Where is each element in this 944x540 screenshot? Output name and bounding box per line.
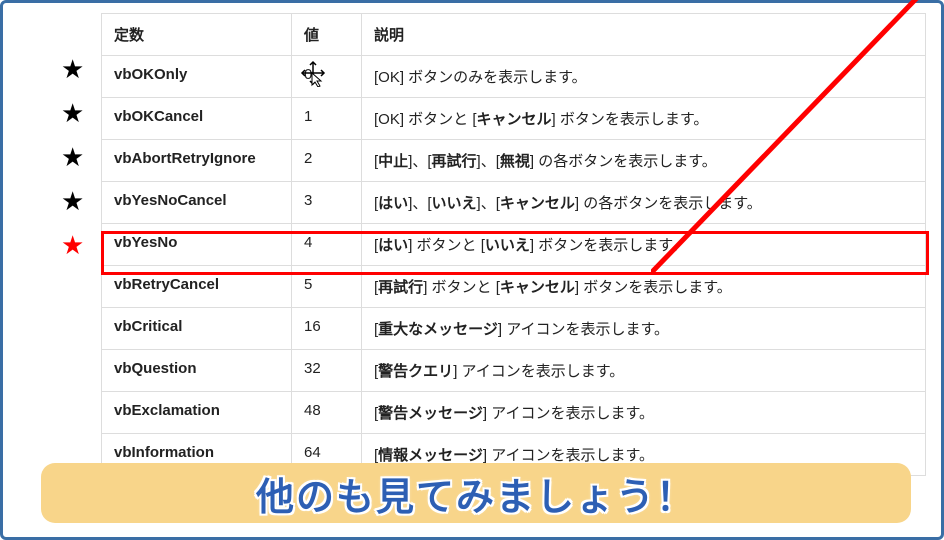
const-cell: vbOKCancel [102, 98, 292, 140]
header-val: 値 [292, 14, 362, 56]
table-row: vbYesNo4[はい] ボタンと [いいえ] ボタンを表示します。 [102, 224, 926, 266]
const-cell: vbAbortRetryIgnore [102, 140, 292, 182]
value-cell: 3 [292, 182, 362, 224]
banner-text: 他のも見てみましょう！ [256, 466, 696, 521]
const-cell: vbExclamation [102, 392, 292, 434]
star-icon: ★ [61, 144, 84, 188]
desc-cell: [OK] ボタンと [キャンセル] ボタンを表示します。 [362, 98, 926, 140]
table-row: vbCritical16[重大なメッセージ] アイコンを表示します。 [102, 308, 926, 350]
star-icon: ★ [61, 232, 84, 276]
table-row: vbAbortRetryIgnore2[中止]、[再試行]、[無視] の各ボタン… [102, 140, 926, 182]
value-cell: 32 [292, 350, 362, 392]
const-cell: vbCritical [102, 308, 292, 350]
star-icon: ★ [61, 56, 84, 100]
value-cell: 4 [292, 224, 362, 266]
desc-cell: [OK] ボタンのみを表示します。 [362, 56, 926, 98]
const-cell: vbRetryCancel [102, 266, 292, 308]
table-row: vbRetryCancel5[再試行] ボタンと [キャンセル] ボタンを表示し… [102, 266, 926, 308]
desc-cell: [警告クエリ] アイコンを表示します。 [362, 350, 926, 392]
table-row: vbQuestion32[警告クエリ] アイコンを表示します。 [102, 350, 926, 392]
desc-cell: [警告メッセージ] アイコンを表示します。 [362, 392, 926, 434]
star-icon [61, 276, 84, 320]
value-cell: 2 [292, 140, 362, 182]
table-row: vbOKCancel1[OK] ボタンと [キャンセル] ボタンを表示します。 [102, 98, 926, 140]
value-cell: 0 [292, 56, 362, 98]
table-body: vbOKOnly0[OK] ボタンのみを表示します。vbOKCancel1[OK… [102, 56, 926, 476]
desc-cell: [はい]、[いいえ]、[キャンセル] の各ボタンを表示します。 [362, 182, 926, 224]
const-cell: vbYesNo [102, 224, 292, 266]
value-cell: 1 [292, 98, 362, 140]
star-icon [61, 364, 84, 408]
const-cell: vbYesNoCancel [102, 182, 292, 224]
content-area: 定数 値 説明 vbOKOnly0[OK] ボタンのみを表示します。vbOKCa… [101, 13, 926, 476]
bottom-banner: 他のも見てみましょう！ [41, 463, 911, 523]
table-row: vbExclamation48[警告メッセージ] アイコンを表示します。 [102, 392, 926, 434]
constants-table: 定数 値 説明 vbOKOnly0[OK] ボタンのみを表示します。vbOKCa… [101, 13, 926, 476]
star-column: ★★★★★ [61, 56, 84, 496]
header-desc: 説明 [362, 14, 926, 56]
desc-cell: [はい] ボタンと [いいえ] ボタンを表示します。 [362, 224, 926, 266]
desc-cell: [中止]、[再試行]、[無視] の各ボタンを表示します。 [362, 140, 926, 182]
const-cell: vbOKOnly [102, 56, 292, 98]
header-const: 定数 [102, 14, 292, 56]
value-cell: 5 [292, 266, 362, 308]
star-icon: ★ [61, 188, 84, 232]
value-cell: 16 [292, 308, 362, 350]
desc-cell: [重大なメッセージ] アイコンを表示します。 [362, 308, 926, 350]
table-row: vbYesNoCancel3[はい]、[いいえ]、[キャンセル] の各ボタンを表… [102, 182, 926, 224]
table-row: vbOKOnly0[OK] ボタンのみを表示します。 [102, 56, 926, 98]
table-header-row: 定数 値 説明 [102, 14, 926, 56]
star-icon [61, 320, 84, 364]
star-icon: ★ [61, 100, 84, 144]
value-cell: 48 [292, 392, 362, 434]
star-icon [61, 408, 84, 452]
desc-cell: [再試行] ボタンと [キャンセル] ボタンを表示します。 [362, 266, 926, 308]
const-cell: vbQuestion [102, 350, 292, 392]
